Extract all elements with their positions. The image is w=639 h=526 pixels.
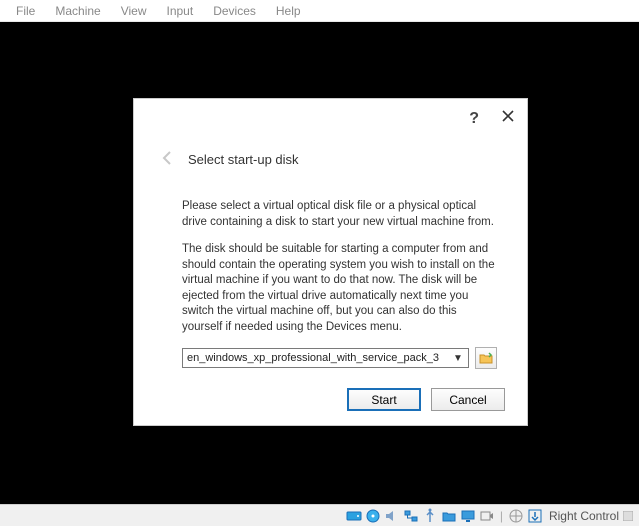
network-icon[interactable] bbox=[403, 508, 419, 524]
mouse-integration-icon[interactable] bbox=[508, 508, 524, 524]
help-button[interactable]: ? bbox=[469, 110, 479, 128]
recording-icon[interactable] bbox=[479, 508, 495, 524]
menu-view[interactable]: View bbox=[111, 2, 157, 20]
cancel-button[interactable]: Cancel bbox=[431, 388, 505, 411]
menu-file[interactable]: File bbox=[6, 2, 45, 20]
usb-icon[interactable] bbox=[422, 508, 438, 524]
close-button[interactable] bbox=[501, 109, 515, 128]
dialog-paragraph-2: The disk should be suitable for starting… bbox=[182, 242, 497, 335]
startup-disk-dialog: ? Select start-up disk Please select a v… bbox=[133, 98, 528, 426]
menu-bar: File Machine View Input Devices Help bbox=[0, 0, 639, 22]
keyboard-capture-icon[interactable] bbox=[527, 508, 543, 524]
hard-disk-icon[interactable] bbox=[346, 508, 362, 524]
status-separator: | bbox=[500, 509, 503, 523]
menu-input[interactable]: Input bbox=[157, 2, 204, 20]
status-icon-tray: | bbox=[346, 508, 543, 524]
iso-select-dropdown[interactable]: en_windows_xp_professional_with_service_… bbox=[182, 348, 469, 368]
optical-disk-icon[interactable] bbox=[365, 508, 381, 524]
dialog-paragraph-1: Please select a virtual optical disk fil… bbox=[182, 199, 497, 230]
menu-help[interactable]: Help bbox=[266, 2, 311, 20]
shared-folders-icon[interactable] bbox=[441, 508, 457, 524]
menu-devices[interactable]: Devices bbox=[203, 2, 266, 20]
start-button[interactable]: Start bbox=[347, 388, 421, 411]
host-key-indicator: Right Control bbox=[549, 509, 633, 523]
audio-icon[interactable] bbox=[384, 508, 400, 524]
iso-selected-value: en_windows_xp_professional_with_service_… bbox=[187, 351, 439, 366]
status-bar: | Right Control bbox=[0, 504, 639, 526]
back-arrow-icon bbox=[158, 149, 176, 170]
browse-iso-button[interactable] bbox=[475, 347, 497, 369]
chevron-down-icon: ▼ bbox=[451, 352, 465, 366]
host-key-label: Right Control bbox=[549, 509, 619, 523]
display-icon[interactable] bbox=[460, 508, 476, 524]
menu-machine[interactable]: Machine bbox=[45, 2, 110, 20]
dialog-title: Select start-up disk bbox=[188, 152, 299, 167]
